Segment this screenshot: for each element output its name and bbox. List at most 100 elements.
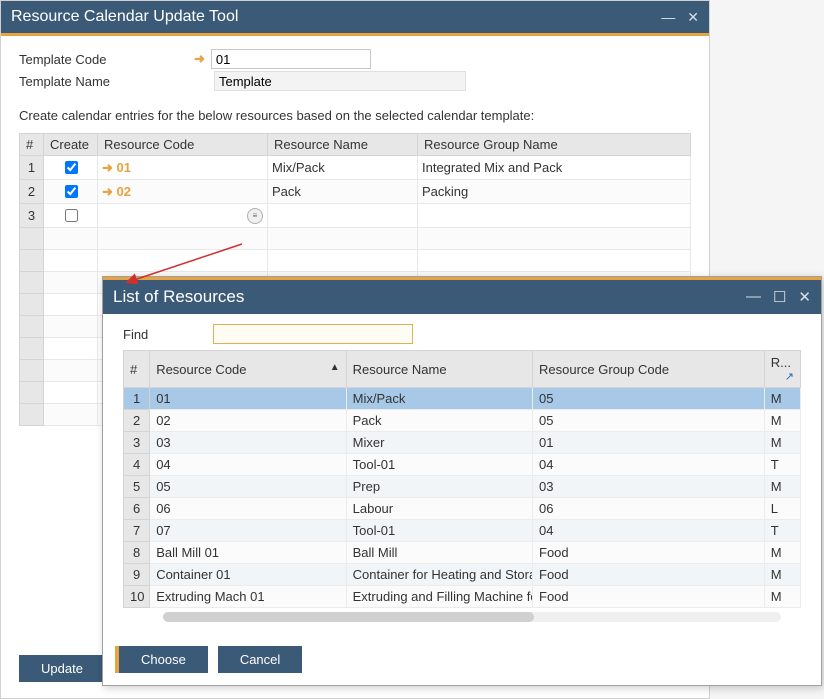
row-number xyxy=(20,294,44,316)
choose-button[interactable]: Choose xyxy=(115,646,208,673)
resource-name-cell: Pack xyxy=(268,180,418,204)
table-row[interactable]: 202Pack05M xyxy=(124,410,801,432)
table-row[interactable]: 707Tool-0104T xyxy=(124,520,801,542)
resource-type-cell: M xyxy=(764,432,800,454)
update-button[interactable]: Update xyxy=(19,655,105,682)
row-number xyxy=(20,382,44,404)
col-group[interactable]: Resource Group Code xyxy=(533,351,765,388)
create-checkbox[interactable] xyxy=(65,209,78,222)
row-number: 4 xyxy=(124,454,150,476)
resource-name-cell: Ball Mill xyxy=(346,542,532,564)
row-number: 6 xyxy=(124,498,150,520)
cancel-button[interactable]: Cancel xyxy=(218,646,302,673)
close-icon[interactable]: ✕ xyxy=(798,288,811,306)
resource-group-cell: 03 xyxy=(533,476,765,498)
resource-type-cell: L xyxy=(764,498,800,520)
modal-footer: Choose Cancel xyxy=(115,646,302,673)
resource-code-cell: 03 xyxy=(150,432,346,454)
row-number xyxy=(20,316,44,338)
table-row[interactable]: 1➜ 01Mix/PackIntegrated Mix and Pack xyxy=(20,156,691,180)
link-arrow-icon[interactable]: ➜ xyxy=(102,160,113,175)
template-code-label: Template Code xyxy=(19,52,194,67)
resource-code-cell[interactable]: ≡ xyxy=(98,204,268,228)
resource-code-cell: Container 01 xyxy=(150,564,346,586)
resource-type-cell: M xyxy=(764,410,800,432)
table-row[interactable]: 10Extruding Mach 01Extruding and Filling… xyxy=(124,586,801,608)
col-code[interactable]: Resource Code xyxy=(98,134,268,156)
row-number xyxy=(20,338,44,360)
create-checkbox[interactable] xyxy=(65,185,78,198)
create-checkbox-cell[interactable] xyxy=(44,156,98,180)
row-number: 1 xyxy=(124,388,150,410)
table-row[interactable]: 101Mix/Pack05M xyxy=(124,388,801,410)
close-icon[interactable]: ✕ xyxy=(687,9,699,26)
col-group[interactable]: Resource Group Name xyxy=(418,134,691,156)
resource-code-cell[interactable]: ➜ 02 xyxy=(98,180,268,204)
row-number: 3 xyxy=(124,432,150,454)
table-row[interactable]: 505Prep03M xyxy=(124,476,801,498)
lookup-grid: # Resource Code▲ Resource Name Resource … xyxy=(123,350,801,608)
minimize-icon[interactable]: ― xyxy=(661,9,675,26)
table-row[interactable] xyxy=(20,228,691,250)
horizontal-scrollbar[interactable] xyxy=(163,612,781,622)
resource-name-cell: Mix/Pack xyxy=(268,156,418,180)
table-row[interactable]: 606Labour06L xyxy=(124,498,801,520)
resource-code-cell: 04 xyxy=(150,454,346,476)
resource-name-cell xyxy=(268,204,418,228)
resource-group-cell: 04 xyxy=(533,454,765,476)
table-row[interactable]: 9Container 01Container for Heating and S… xyxy=(124,564,801,586)
template-code-input[interactable] xyxy=(211,49,371,69)
resource-type-cell: T xyxy=(764,520,800,542)
resource-group-cell: Food xyxy=(533,564,765,586)
row-number: 2 xyxy=(124,410,150,432)
resource-type-cell: M xyxy=(764,564,800,586)
maximize-icon[interactable]: ☐ xyxy=(773,288,786,306)
resource-type-cell: M xyxy=(764,586,800,608)
resource-code-cell: 02 xyxy=(150,410,346,432)
col-num[interactable]: # xyxy=(124,351,150,388)
create-checkbox-cell[interactable] xyxy=(44,180,98,204)
col-rtype[interactable]: R...↗ xyxy=(764,351,800,388)
template-code-row: Template Code ➜ xyxy=(19,48,691,70)
main-footer: Update xyxy=(19,655,105,682)
table-row[interactable] xyxy=(20,250,691,272)
create-checkbox-cell[interactable] xyxy=(44,204,98,228)
resource-name-cell: Container for Heating and Storag xyxy=(346,564,532,586)
table-row[interactable]: 8Ball Mill 01Ball MillFoodM xyxy=(124,542,801,564)
col-name[interactable]: Resource Name xyxy=(346,351,532,388)
table-row[interactable]: 404Tool-0104T xyxy=(124,454,801,476)
col-name[interactable]: Resource Name xyxy=(268,134,418,156)
link-arrow-icon[interactable]: ➜ xyxy=(194,51,205,67)
link-arrow-icon[interactable]: ➜ xyxy=(102,184,113,199)
row-number xyxy=(20,404,44,426)
modal-titlebar: List of Resources ― ☐ ✕ xyxy=(103,280,821,314)
popout-icon[interactable]: ↗ xyxy=(785,370,794,383)
form-area: Template Code ➜ Template Name xyxy=(1,36,709,100)
table-row[interactable]: 2➜ 02PackPacking xyxy=(20,180,691,204)
resource-type-cell: T xyxy=(764,454,800,476)
col-num[interactable]: # xyxy=(20,134,44,156)
resource-code-cell: 05 xyxy=(150,476,346,498)
row-number: 2 xyxy=(20,180,44,204)
minimize-icon[interactable]: ― xyxy=(746,288,761,306)
sort-asc-icon: ▲ xyxy=(330,362,340,373)
modal-title: List of Resources xyxy=(113,287,244,307)
row-number: 7 xyxy=(124,520,150,542)
resource-group-cell: 05 xyxy=(533,388,765,410)
table-row[interactable]: 3≡ xyxy=(20,204,691,228)
find-input[interactable] xyxy=(213,324,413,344)
resource-name-cell: Extruding and Filling Machine for I xyxy=(346,586,532,608)
resource-group-cell: 04 xyxy=(533,520,765,542)
template-name-row: Template Name xyxy=(19,70,691,92)
find-row: Find xyxy=(103,314,821,350)
row-number xyxy=(20,250,44,272)
resource-name-cell: Mixer xyxy=(346,432,532,454)
col-create[interactable]: Create xyxy=(44,134,98,156)
resource-group-cell: 05 xyxy=(533,410,765,432)
lookup-button-icon[interactable]: ≡ xyxy=(247,208,263,224)
table-row[interactable]: 303Mixer01M xyxy=(124,432,801,454)
resource-code-cell[interactable]: ➜ 01 xyxy=(98,156,268,180)
modal-window-controls: ― ☐ ✕ xyxy=(746,288,811,306)
create-checkbox[interactable] xyxy=(65,161,78,174)
col-code[interactable]: Resource Code▲ xyxy=(150,351,346,388)
